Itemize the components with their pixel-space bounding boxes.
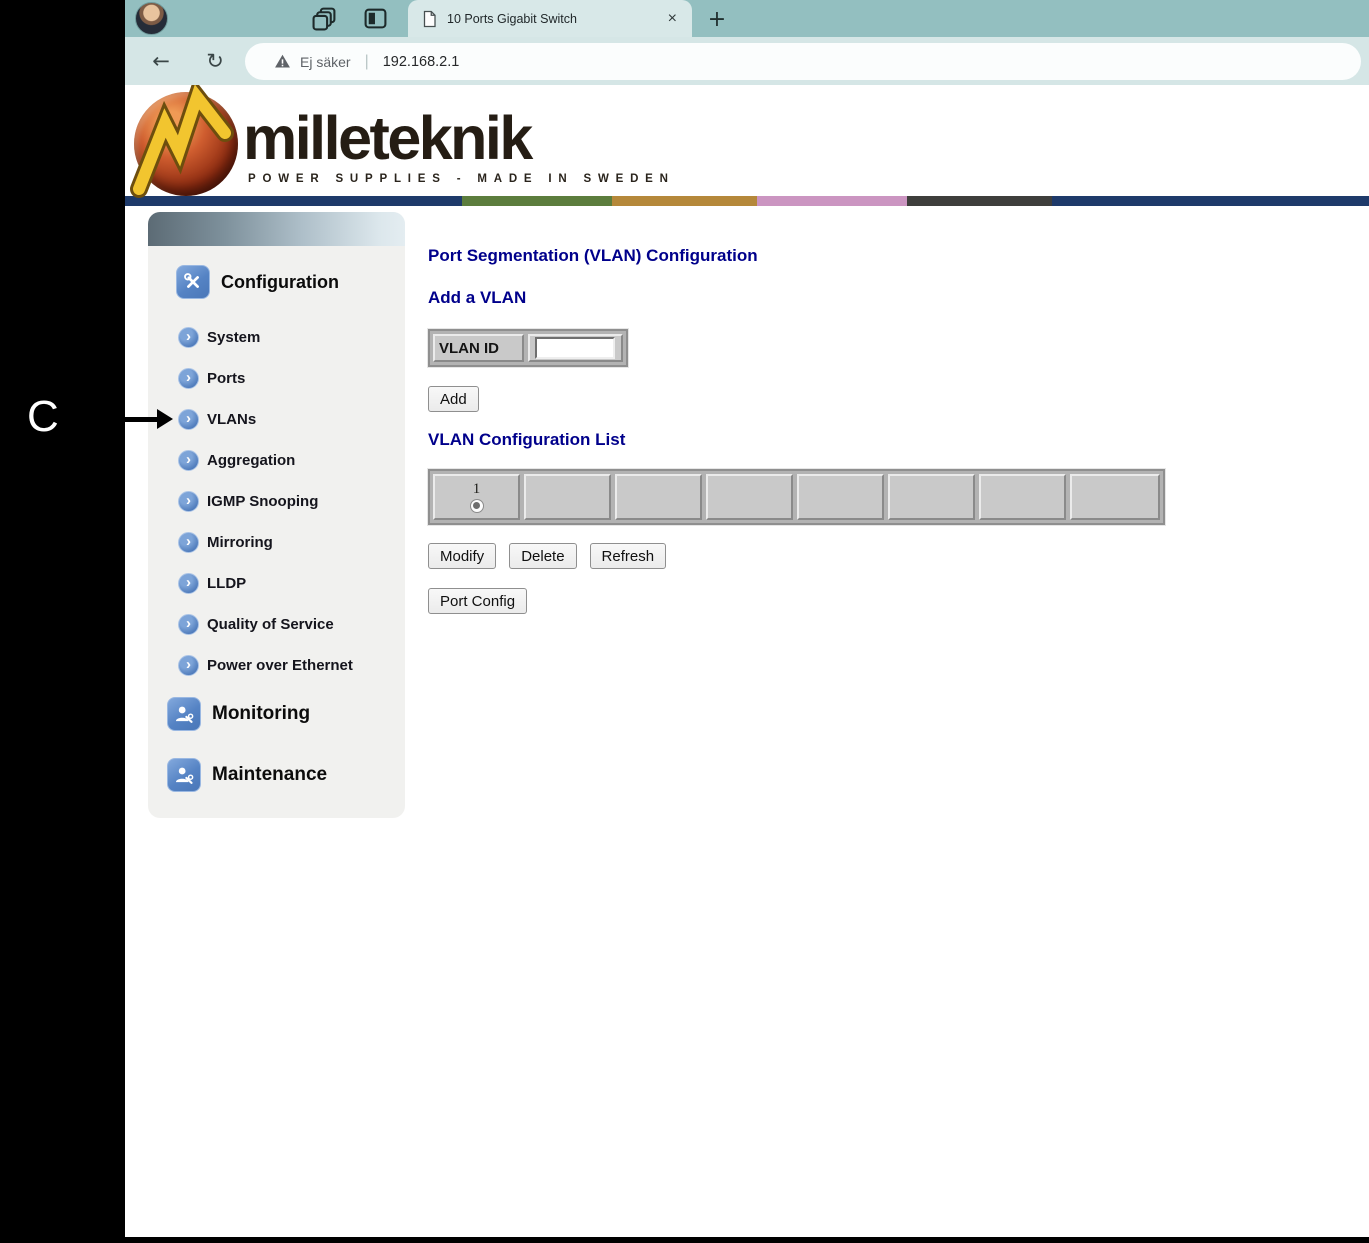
vlan-list-table: 1 (428, 469, 1165, 525)
profile-avatar[interactable] (135, 2, 168, 35)
tools-icon (176, 265, 210, 299)
port-config-button[interactable]: Port Config (428, 588, 527, 614)
delete-button[interactable]: Delete (509, 543, 576, 569)
vlan-id-input[interactable] (535, 337, 615, 359)
chevron-right-icon: › (178, 450, 199, 471)
vlan-list-empty-cell (797, 474, 884, 520)
reload-icon[interactable]: ↻ (201, 47, 229, 75)
chevron-right-icon: › (178, 532, 199, 553)
page-title: Port Segmentation (VLAN) Configuration (428, 246, 758, 266)
sidebar-item-label: System (207, 329, 260, 346)
chevron-right-icon: › (178, 655, 199, 676)
sidebar-item-label: Quality of Service (207, 616, 334, 633)
vlan-id-label-cell: VLAN ID (433, 334, 524, 362)
annotation-black-strip (0, 1237, 1369, 1243)
sidebar-section-configuration[interactable]: Configuration (176, 265, 339, 299)
chevron-right-icon: › (178, 409, 199, 430)
vlan-list-empty-cell (888, 474, 975, 520)
tab-favicon-doc-icon (420, 10, 438, 28)
chevron-right-icon: › (178, 573, 199, 594)
stripe-segment (1052, 196, 1369, 206)
sidebar-item-label: Mirroring (207, 534, 273, 551)
sidebar-header-gradient (148, 212, 405, 246)
not-secure-warning-icon (274, 53, 291, 70)
sidebar-item-label: IGMP Snooping (207, 493, 318, 510)
stripe-segment (462, 196, 612, 206)
annotation-arrow (122, 417, 159, 422)
back-icon[interactable]: ← (147, 47, 175, 75)
chevron-right-icon: › (178, 491, 199, 512)
stripe-segment (757, 196, 907, 206)
sidebar-item-quality-of-service[interactable]: › Quality of Service (178, 613, 334, 635)
browser-tab-bar: 10 Ports Gigabit Switch × + (125, 0, 1369, 37)
stripe-segment (612, 196, 757, 206)
add-vlan-heading: Add a VLAN (428, 288, 526, 308)
refresh-button[interactable]: Refresh (590, 543, 667, 569)
sidebar-item-lldp[interactable]: › LLDP (178, 572, 246, 594)
vlan-id-input-cell (528, 334, 623, 362)
vlan-select-radio[interactable] (470, 499, 484, 513)
tab-title: 10 Ports Gigabit Switch (447, 12, 656, 26)
accent-stripe (125, 196, 1369, 206)
vlan-list-empty-cell (706, 474, 793, 520)
sidebar-section-maintenance[interactable]: Maintenance (167, 758, 327, 792)
stripe-segment (907, 196, 1052, 206)
sidebar-item-vlans[interactable]: › VLANs (178, 408, 256, 430)
vlan-id-label: VLAN ID (435, 340, 499, 357)
browser-toolbar: ← ↻ Ej säker | 192.168.2.1 (125, 37, 1369, 85)
new-tab-icon[interactable]: + (703, 5, 731, 33)
vlan-list-empty-cell (524, 474, 611, 520)
vlan-list-cell[interactable]: 1 (433, 474, 520, 520)
sidebar-section-label: Monitoring (212, 703, 310, 725)
sidebar-nav: Configuration › System › Ports › VLANs ›… (148, 212, 405, 818)
sidebar-item-ports[interactable]: › Ports (178, 367, 245, 389)
omnibox-separator: | (365, 53, 369, 71)
sidebar-section-label: Maintenance (212, 764, 327, 786)
person-wrench-icon (167, 758, 201, 792)
sidebar-item-label: VLANs (207, 411, 256, 428)
security-status-label[interactable]: Ej säker (300, 54, 351, 70)
sidebar-item-mirroring[interactable]: › Mirroring (178, 531, 273, 553)
person-wrench-icon (167, 697, 201, 731)
sidebar-item-label: Aggregation (207, 452, 295, 469)
vlan-id-value: 1 (473, 482, 481, 497)
brand-tagline: POWER SUPPLIES - MADE IN SWEDEN (248, 173, 675, 185)
annotation-callout-label: C (27, 392, 59, 442)
vlan-list-heading: VLAN Configuration List (428, 430, 625, 450)
sidebar-item-system[interactable]: › System (178, 326, 260, 348)
chevron-right-icon: › (178, 368, 199, 389)
annotation-black-band (0, 0, 125, 1243)
sidebar-item-power-over-ethernet[interactable]: › Power over Ethernet (178, 654, 353, 676)
vlan-list-empty-cell (979, 474, 1066, 520)
address-bar[interactable]: Ej säker | 192.168.2.1 (245, 43, 1361, 80)
add-vlan-table: VLAN ID (428, 329, 628, 367)
sidebar-item-label: LLDP (207, 575, 246, 592)
lightning-bolt-icon (127, 85, 243, 201)
sidebar-section-label: Configuration (221, 272, 339, 293)
browser-tab[interactable]: 10 Ports Gigabit Switch × (408, 0, 692, 37)
sidebar-item-igmp-snooping[interactable]: › IGMP Snooping (178, 490, 318, 512)
screenshot-root: 10 Ports Gigabit Switch × + ← ↻ Ej säker… (0, 0, 1369, 1243)
url-text[interactable]: 192.168.2.1 (383, 54, 460, 70)
workspaces-icon[interactable] (311, 5, 338, 32)
sidebar-item-label: Ports (207, 370, 245, 387)
chevron-right-icon: › (178, 327, 199, 348)
modify-button[interactable]: Modify (428, 543, 496, 569)
site-header: milleteknik POWER SUPPLIES - MADE IN SWE… (125, 85, 1369, 196)
annotation-arrow-head (157, 409, 173, 429)
brand-wordmark: milleteknik (243, 103, 531, 173)
sidebar-item-label: Power over Ethernet (207, 657, 353, 674)
sidebar-item-aggregation[interactable]: › Aggregation (178, 449, 295, 471)
sidebar-section-monitoring[interactable]: Monitoring (167, 697, 310, 731)
vlan-list-empty-cell (1070, 474, 1160, 520)
chevron-right-icon: › (178, 614, 199, 635)
vlan-list-empty-cell (615, 474, 702, 520)
split-window-icon[interactable] (362, 5, 389, 32)
add-button[interactable]: Add (428, 386, 479, 412)
tab-close-icon[interactable]: × (665, 10, 680, 28)
